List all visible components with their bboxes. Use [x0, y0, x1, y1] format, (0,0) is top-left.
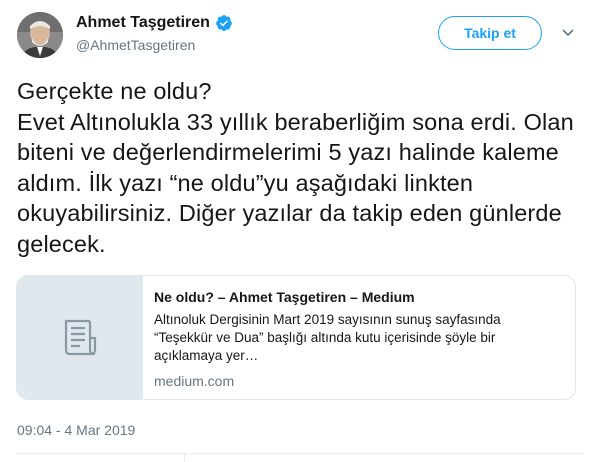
verified-badge-icon — [216, 15, 232, 31]
card-domain: medium.com — [154, 373, 235, 389]
card-title: Ne oldu? – Ahmet Taşgetiren – Medium — [154, 289, 415, 305]
user-info[interactable]: Ahmet Taşgetiren @AhmetTasgetiren — [76, 13, 233, 54]
card-description: Altınoluk Dergisinin Mart 2019 sayısının… — [154, 312, 501, 363]
user-handle[interactable]: @AhmetTasgetiren — [76, 36, 233, 54]
avatar-photo — [17, 12, 63, 58]
link-preview-card[interactable]: Ne oldu? – Ahmet Taşgetiren – Medium Alt… — [16, 275, 576, 400]
tweet-text: Gerçekte ne oldu? Evet Altınolukla 33 yı… — [17, 78, 574, 257]
document-icon — [64, 319, 96, 355]
display-name-row: Ahmet Taşgetiren — [76, 13, 233, 33]
card-thumbnail — [17, 276, 143, 399]
tweet-header: Ahmet Taşgetiren @AhmetTasgetiren Takip … — [17, 6, 587, 64]
tweet: Ahmet Taşgetiren @AhmetTasgetiren Takip … — [0, 0, 598, 462]
divider-segment — [184, 453, 185, 462]
card-body: Ne oldu? – Ahmet Taşgetiren – Medium Alt… — [154, 288, 562, 390]
tweet-timestamp[interactable]: 09:04 - 4 Mar 2019 — [17, 421, 135, 439]
chevron-down-icon[interactable] — [562, 27, 574, 39]
divider — [17, 453, 583, 454]
avatar[interactable] — [17, 12, 63, 58]
display-name[interactable]: Ahmet Taşgetiren — [76, 13, 210, 33]
follow-button[interactable]: Takip et — [438, 16, 542, 50]
